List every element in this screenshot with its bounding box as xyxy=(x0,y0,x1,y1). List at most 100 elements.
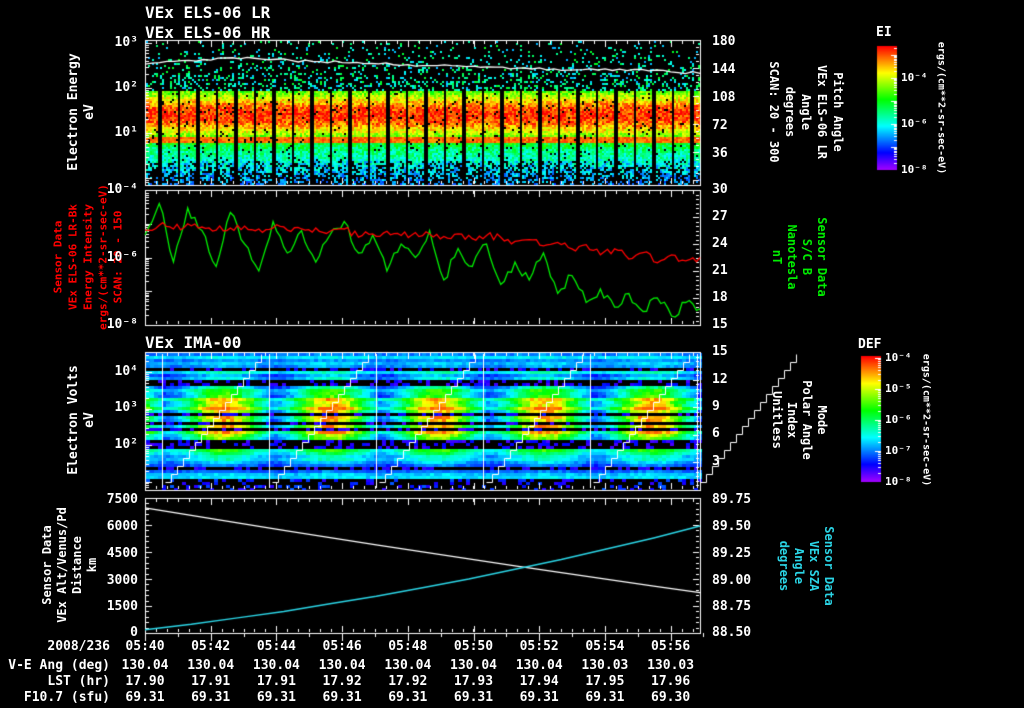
colorbar-tick-label: 10⁻⁸ xyxy=(885,475,912,488)
footer-value: 130.04 xyxy=(187,658,235,673)
footer-value: 69.31 xyxy=(322,690,362,705)
footer-value: 17.90 xyxy=(125,674,165,689)
y-axis-tick-label: 0 xyxy=(130,625,138,640)
colorbar-ei-units-label: ergs/(cm**2-sr-sec-eV) xyxy=(935,41,947,175)
y-axis-tick-label: 10⁻⁸ xyxy=(106,317,138,332)
colorbar-tick-label: 10⁻⁵ xyxy=(885,382,912,395)
colorbar-tick-label: 10⁻⁸ xyxy=(901,163,928,176)
time-label: 05:40 xyxy=(125,639,165,654)
y-axis-right-tick-label: 108 xyxy=(712,90,736,105)
footer-row-label: V-E Ang (deg) xyxy=(8,658,110,673)
footer-value: 17.94 xyxy=(519,674,559,689)
y-axis-tick-label: 10⁻⁶ xyxy=(106,250,138,265)
y-axis-right-tick-label: 9 xyxy=(712,399,720,414)
footer-value: 130.04 xyxy=(515,658,563,673)
footer-value: 69.31 xyxy=(256,690,296,705)
y-axis-right-tick-label: 3 xyxy=(712,454,720,469)
y-axis-right-tick-label: 144 xyxy=(712,62,736,77)
y-axis-right-tick-label: 12 xyxy=(712,372,728,387)
y-axis-tick-label: 10¹ xyxy=(114,125,138,140)
footer-value: 130.04 xyxy=(318,658,366,673)
time-label: 05:52 xyxy=(519,639,559,654)
footer-row-label: F10.7 (sfu) xyxy=(23,690,110,705)
panel1-title-hr: VEx ELS-06 HR xyxy=(145,23,271,42)
footer-value: 17.92 xyxy=(388,674,428,689)
spectrogram-display: VEx ELS-06 LR VEx ELS-06 HR VEx IMA-00 E… xyxy=(0,0,1024,708)
footer-date-label: 2008/236 xyxy=(47,639,110,654)
footer-value: 17.93 xyxy=(453,674,494,689)
footer-value: 17.96 xyxy=(651,674,691,689)
y-axis-tick-label: 10³ xyxy=(114,400,138,415)
y-axis-right-tick-label: 89.50 xyxy=(712,519,752,534)
time-label: 05:46 xyxy=(322,639,362,654)
footer-value: 69.31 xyxy=(585,690,625,705)
footer-value: 130.04 xyxy=(384,658,432,673)
panel3-right-axis-label: Mode Polar Angle Index Unitless xyxy=(770,380,829,460)
colorbar-tick-label: 10⁻⁷ xyxy=(885,444,912,457)
time-label: 05:42 xyxy=(191,639,231,654)
footer-value: 130.03 xyxy=(647,658,695,673)
panel4-right-axis-label: Sensor Data VEx SZA Angle degrees xyxy=(777,526,836,606)
y-axis-tick-label: 7500 xyxy=(106,492,138,507)
y-axis-right-tick-label: 18 xyxy=(712,290,728,305)
colorbar-def-title: DEF xyxy=(858,337,882,352)
y-axis-right-tick-label: 6 xyxy=(712,426,720,441)
y-axis-right-tick-label: 36 xyxy=(712,146,728,161)
footer-value: 130.04 xyxy=(252,658,300,673)
y-axis-tick-label: 10² xyxy=(114,80,138,95)
time-label: 05:50 xyxy=(453,639,494,654)
y-axis-right-tick-label: 89.75 xyxy=(712,492,752,507)
y-axis-right-tick-label: 89.25 xyxy=(712,546,752,561)
y-axis-tick-label: 10⁻⁴ xyxy=(106,182,138,197)
panel2-right-axis-label: Sensor Data S/C B Nanotesla nT xyxy=(770,217,829,297)
y-axis-right-tick-label: 15 xyxy=(712,317,728,332)
time-label: 05:56 xyxy=(651,639,691,654)
y-axis-right-tick-label: 88.75 xyxy=(712,599,752,614)
y-axis-right-tick-label: 88.50 xyxy=(712,625,752,640)
footer-value: 130.04 xyxy=(121,658,169,673)
footer-value: 17.95 xyxy=(585,674,625,689)
y-axis-tick-label: 10⁴ xyxy=(114,364,138,379)
plot-canvas xyxy=(0,0,1024,708)
panel1-title-lr: VEx ELS-06 LR xyxy=(145,3,271,22)
colorbar-tick-label: 10⁻⁴ xyxy=(885,351,912,364)
footer-row-label: LST (hr) xyxy=(47,674,110,689)
footer-value: 69.31 xyxy=(388,690,428,705)
time-label: 05:44 xyxy=(256,639,296,654)
footer-value: 17.92 xyxy=(322,674,362,689)
y-axis-right-tick-label: 15 xyxy=(712,344,728,359)
y-axis-right-tick-label: 27 xyxy=(712,209,728,224)
time-label: 05:54 xyxy=(585,639,625,654)
footer-value: 69.31 xyxy=(519,690,559,705)
y-axis-tick-label: 10³ xyxy=(114,35,138,50)
y-axis-tick-label: 1500 xyxy=(106,599,138,614)
footer-value: 17.91 xyxy=(191,674,231,689)
footer-value: 130.04 xyxy=(450,658,497,673)
time-label: 05:48 xyxy=(388,639,428,654)
panel1-left-axis-label: Electron Energy eV xyxy=(66,53,97,171)
footer-value: 69.31 xyxy=(125,690,165,705)
footer-value: 69.30 xyxy=(651,690,691,705)
y-axis-right-tick-label: 180 xyxy=(712,34,736,49)
colorbar-ei-title: EI xyxy=(876,25,892,40)
y-axis-right-tick-label: 89.00 xyxy=(712,573,752,588)
y-axis-tick-label: 3000 xyxy=(106,573,138,588)
y-axis-right-tick-label: 72 xyxy=(712,118,728,133)
y-axis-right-tick-label: 30 xyxy=(712,182,728,197)
footer-value: 130.03 xyxy=(581,658,629,673)
y-axis-tick-label: 6000 xyxy=(106,519,138,534)
panel3-left-axis-label: Electron Volts eV xyxy=(66,365,97,475)
y-axis-right-tick-label: 21 xyxy=(712,263,728,278)
footer-value: 17.91 xyxy=(256,674,296,689)
colorbar-tick-label: 10⁻⁶ xyxy=(885,413,912,426)
y-axis-right-tick-label: 24 xyxy=(712,236,728,251)
y-axis-tick-label: 4500 xyxy=(106,546,138,561)
panel3-title-ima: VEx IMA-00 xyxy=(145,333,242,352)
colorbar-tick-label: 10⁻⁴ xyxy=(901,71,928,84)
footer-value: 69.31 xyxy=(453,690,494,705)
colorbar-tick-label: 10⁻⁶ xyxy=(901,117,928,130)
colorbar-def-units-label: ergs/(cm**2-sr-sec-eV) xyxy=(920,353,932,487)
panel1-right-axis-label: Pitch Angle VEx ELS-06 LR Angle degrees … xyxy=(767,61,845,163)
footer-value: 69.31 xyxy=(191,690,231,705)
y-axis-tick-label: 10² xyxy=(114,437,138,452)
